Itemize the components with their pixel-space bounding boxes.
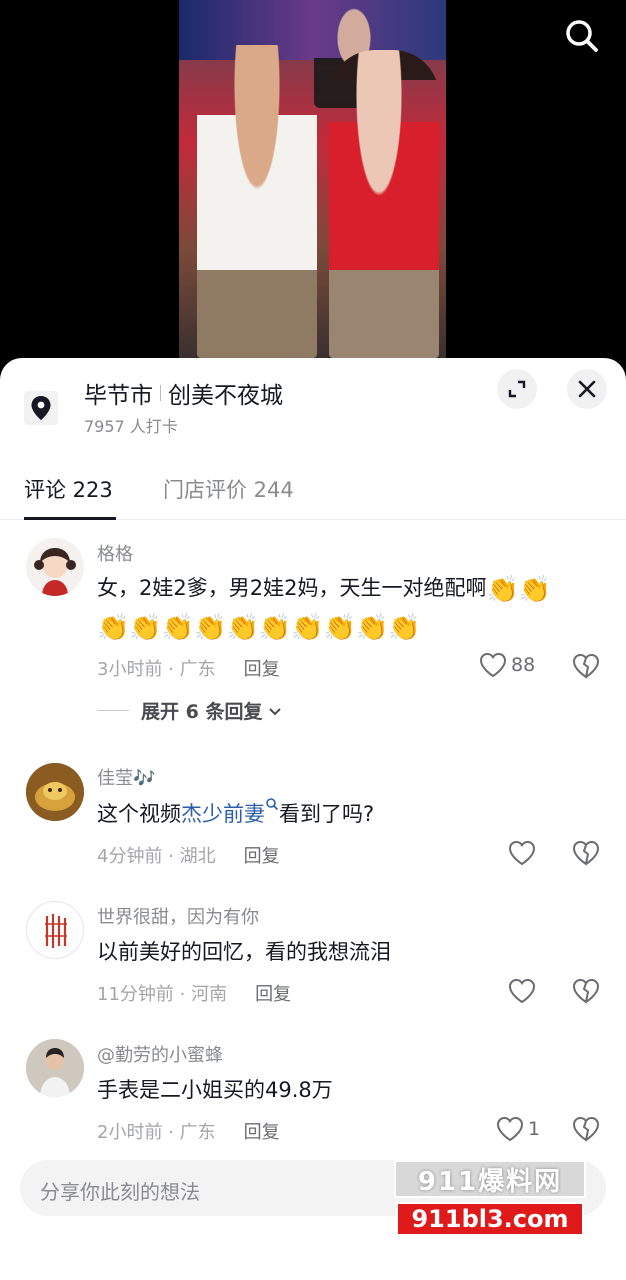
- video-player[interactable]: [0, 0, 626, 375]
- comment-meta: 3小时前 · 广东 回复: [97, 655, 280, 681]
- heart-icon: [479, 652, 507, 678]
- comment-text: 这个视频杰少前妻 看到了吗?: [97, 795, 607, 833]
- like-button[interactable]: 1: [496, 1116, 540, 1142]
- comment-username[interactable]: @勤劳的小蜜蜂: [97, 1041, 223, 1067]
- location-pin-icon: [24, 391, 58, 425]
- watermark-logo: 911爆料网 911bl3.com: [394, 1160, 586, 1238]
- comment-time-location: 2小时前 · 广东: [97, 1122, 216, 1143]
- location-separator: [160, 385, 161, 401]
- like-button[interactable]: [508, 978, 536, 1004]
- like-button[interactable]: [508, 840, 536, 866]
- comment-meta: 2小时前 · 广东 回复: [97, 1118, 280, 1144]
- expand-replies-button[interactable]: 展开 6 条回复: [97, 697, 284, 724]
- comment-text-part: 看到了吗?: [279, 802, 375, 826]
- location-place: 创美不夜城: [168, 383, 283, 409]
- video-frame: [179, 0, 446, 358]
- broken-heart-icon[interactable]: [572, 839, 600, 867]
- man-figure: [197, 45, 317, 358]
- watermark-bottom: 911bl3.com: [396, 1202, 584, 1236]
- comment-text: 女，2娃2爹，男2娃2妈，天生一对绝配啊👏👏 👏👏👏👏👏👏👏👏👏👏: [97, 569, 607, 645]
- comment-username[interactable]: 格格: [97, 540, 133, 566]
- reply-button[interactable]: 回复: [244, 846, 280, 867]
- avatar[interactable]: [26, 538, 84, 596]
- tab-active-indicator: [24, 517, 116, 520]
- expand-button[interactable]: [497, 369, 537, 409]
- close-button[interactable]: [567, 369, 607, 409]
- clap-emoji: 👏👏: [486, 575, 552, 605]
- watermark-top: 911爆料网: [394, 1160, 586, 1198]
- broken-heart-icon[interactable]: [572, 977, 600, 1005]
- tab-store-reviews[interactable]: 门店评价 244: [163, 474, 294, 504]
- avatar[interactable]: [26, 901, 84, 959]
- comment-text-part: 这个视频: [97, 802, 181, 826]
- expand-replies-label: 展开 6 条回复: [141, 701, 263, 723]
- search-icon: [566, 20, 598, 52]
- clap-emoji-row: 👏👏👏👏👏👏👏👏👏👏: [97, 613, 421, 643]
- like-count: 88: [511, 654, 536, 676]
- chevron-down-icon: [269, 707, 282, 715]
- location-city: 毕节市: [84, 383, 153, 409]
- search-link[interactable]: 杰少前妻: [181, 802, 265, 826]
- broken-heart-icon[interactable]: [572, 652, 600, 680]
- comment-text: 手表是二小姐买的49.8万: [97, 1078, 333, 1102]
- tab-comments[interactable]: 评论 223: [24, 474, 113, 504]
- tab-bar: 评论 223 门店评价 244: [0, 470, 626, 520]
- comment-meta: 4分钟前 · 湖北 回复: [97, 842, 280, 868]
- close-icon: [578, 380, 596, 398]
- expand-icon: [508, 380, 526, 398]
- heart-icon: [496, 1116, 524, 1142]
- checkin-count: 7957 人打卡: [84, 417, 178, 436]
- reply-button[interactable]: 回复: [244, 1122, 280, 1143]
- comment-username[interactable]: 佳莹🎶: [97, 764, 155, 790]
- comment-time-location: 11分钟前 · 河南: [97, 984, 228, 1005]
- comment-input-placeholder: 分享你此刻的想法: [40, 1180, 200, 1204]
- heart-icon: [508, 978, 536, 1004]
- search-button[interactable]: [560, 14, 604, 58]
- woman-figure: [329, 50, 439, 358]
- music-notes-icon: 🎶: [133, 768, 156, 789]
- expand-divider: [97, 710, 129, 711]
- search-small-icon: [266, 798, 279, 811]
- comment-time-location: 4分钟前 · 湖北: [97, 846, 216, 867]
- username-text: 佳莹: [97, 768, 133, 789]
- comment-meta: 11分钟前 · 河南 回复: [97, 980, 291, 1006]
- avatar[interactable]: [26, 763, 84, 821]
- location-title[interactable]: 毕节市 创美不夜城: [84, 376, 283, 410]
- reply-button[interactable]: 回复: [244, 659, 280, 680]
- like-count: 1: [528, 1118, 541, 1140]
- heart-icon: [508, 840, 536, 866]
- comment-username[interactable]: 世界很甜，因为有你: [97, 903, 259, 929]
- broken-heart-icon[interactable]: [572, 1115, 600, 1143]
- like-button[interactable]: 88: [479, 652, 535, 678]
- comment-time-location: 3小时前 · 广东: [97, 659, 216, 680]
- comment-text: 以前美好的回忆，看的我想流泪: [97, 940, 391, 964]
- comment-text-line: 女，2娃2爹，男2娃2妈，天生一对绝配啊: [97, 576, 487, 600]
- avatar[interactable]: [26, 1039, 84, 1097]
- reply-button[interactable]: 回复: [255, 984, 291, 1005]
